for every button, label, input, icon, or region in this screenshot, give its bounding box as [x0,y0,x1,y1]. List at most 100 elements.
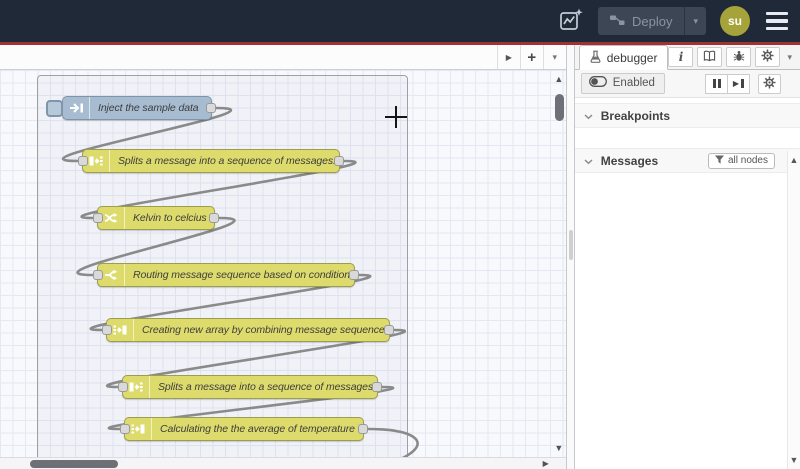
chevron-down-icon: ▾ [787,51,792,62]
node-label: Routing message sequence based on condit… [133,269,350,281]
scroll-up-icon[interactable]: ▲ [788,155,800,165]
scroll-up-icon[interactable]: ▲ [552,74,566,84]
node-label: Calculating the the average of temperatu… [160,423,355,435]
flow-canvas[interactable]: Inject the sample data Splits a message i… [0,70,566,457]
bug-icon [733,50,745,65]
debugger-enabled-toggle[interactable]: Enabled [580,73,665,94]
deploy-button-main[interactable]: Deploy [598,7,684,35]
sidebar-menu-button[interactable]: ▾ [784,52,795,63]
main-menu-button[interactable] [764,8,790,35]
flow-node-inject[interactable]: Inject the sample data [46,96,216,120]
tab-debugger[interactable]: debugger [578,45,669,70]
add-flow-button[interactable]: + [519,45,543,69]
node-output-port[interactable] [209,213,219,223]
node-input-port[interactable] [102,325,112,335]
flow-node-change[interactable]: Kelvin to celcius [93,206,219,230]
plus-icon: + [527,48,537,66]
node-output-port[interactable] [349,270,359,280]
node-output-port[interactable] [372,382,382,392]
tab-config-button[interactable] [755,47,781,67]
inject-trigger-button[interactable] [46,100,63,117]
deploy-label: Deploy [632,13,673,29]
gear-icon [763,76,776,92]
flow-node-switch[interactable]: Routing message sequence based on condit… [93,263,359,287]
sidebar-tab-bar: debugger i ▾ [574,45,800,70]
chevron-down-icon: ▾ [693,15,698,26]
triangle-right-icon: ▶ [505,52,512,62]
pause-button[interactable] [705,73,728,94]
node-output-port[interactable] [358,424,368,434]
tab-scroll-right-button[interactable]: ▶ [496,45,520,69]
node-label: Splits a message into a sequence of mess… [118,155,336,167]
node-input-port[interactable] [120,424,130,434]
workspace-column: ▶ + ▾ Inject the sample data Splits a mes… [0,45,567,469]
node-input-port[interactable] [93,213,103,223]
tab-debug-button[interactable] [726,47,752,67]
step-forward-icon: ▶ [732,78,740,88]
flow-tab-bar: ▶ + ▾ [0,45,566,70]
node-label: Splits a message into a sequence of mess… [158,381,376,393]
info-icon: i [678,50,684,64]
node-label: Creating new array by combining message … [142,324,385,336]
flask-icon [590,50,601,66]
deploy-button[interactable]: Deploy ▾ [598,7,706,35]
filter-label: all nodes [727,155,768,166]
deploy-icon [610,14,625,29]
enabled-label: Enabled [612,77,655,89]
step-button[interactable]: ▶ [727,73,750,94]
tab-debugger-label: debugger [606,50,658,65]
canvas-vertical-scrollbar[interactable]: ▲ ▼ [552,70,566,457]
node-label: Kelvin to celcius [133,212,207,224]
main-area: ▶ + ▾ Inject the sample data Splits a mes… [0,45,800,469]
gear-icon [761,49,774,65]
messages-title: Messages [600,153,659,168]
flow-node-split[interactable]: Splits a message into a sequence of mess… [78,149,344,173]
section-breakpoints[interactable]: Breakpoints [574,103,800,128]
vertical-scroll-thumb[interactable] [554,94,564,121]
splitter-grip-icon [568,230,573,260]
book-icon [703,50,716,65]
sidebar-tab-actions: i ▾ [668,47,795,69]
app-header: Deploy ▾ su [0,0,800,45]
breakpoints-title: Breakpoints [600,108,671,123]
debugger-toolbar: Enabled ▶ [574,70,800,98]
node-output-port[interactable] [206,103,216,113]
deploy-options-button[interactable]: ▾ [684,7,706,35]
node-label: Inject the sample data [98,102,199,114]
section-messages[interactable]: Messages all nodes [574,148,800,173]
tab-help-button[interactable] [697,47,723,67]
tab-info-button[interactable]: i [668,47,694,67]
scroll-right-icon[interactable]: ▶ [543,459,549,468]
pause-icon [712,79,716,88]
canvas-horizontal-scrollbar[interactable]: ▶ [0,457,566,469]
hamburger-icon [766,11,788,16]
sidebar: debugger i ▾ Enabled ▶ Breakpoints Messa… [574,45,800,469]
message-filter-button[interactable]: all nodes [707,152,775,169]
ai-flow-button[interactable] [558,7,584,36]
debugger-controls: ▶ [705,73,781,94]
avatar-initials: su [727,14,742,28]
flow-node-join[interactable]: Creating new array by combining message … [102,318,394,342]
ai-flow-icon [558,7,584,36]
chevron-down-icon [584,152,593,170]
flow-node-split[interactable]: Splits a message into a sequence of mess… [118,375,382,399]
sidebar-splitter[interactable] [566,45,575,469]
flow-list-button[interactable]: ▾ [542,45,566,69]
chevron-down-icon [584,107,593,125]
horizontal-scroll-thumb[interactable] [30,460,118,468]
sidebar-scrollbar[interactable]: ▲ ▼ [787,151,800,469]
node-input-port[interactable] [78,156,88,166]
scroll-down-icon[interactable]: ▼ [552,443,566,453]
node-output-port[interactable] [384,325,394,335]
node-input-port[interactable] [93,270,103,280]
scroll-down-icon[interactable]: ▼ [788,455,800,465]
flow-node-join[interactable]: Calculating the the average of temperatu… [120,417,368,441]
user-avatar[interactable]: su [720,6,750,36]
node-input-port[interactable] [118,382,128,392]
debugger-sections: Breakpoints Messages all nodes ▲ ▼ [574,98,800,469]
chevron-down-icon: ▾ [552,51,558,62]
node-red-app: Deploy ▾ su ▶ + ▾ Inject the sample data… [0,0,800,469]
debugger-settings-button[interactable] [758,73,781,94]
node-output-port[interactable] [334,156,344,166]
breakpoints-list [574,128,800,148]
